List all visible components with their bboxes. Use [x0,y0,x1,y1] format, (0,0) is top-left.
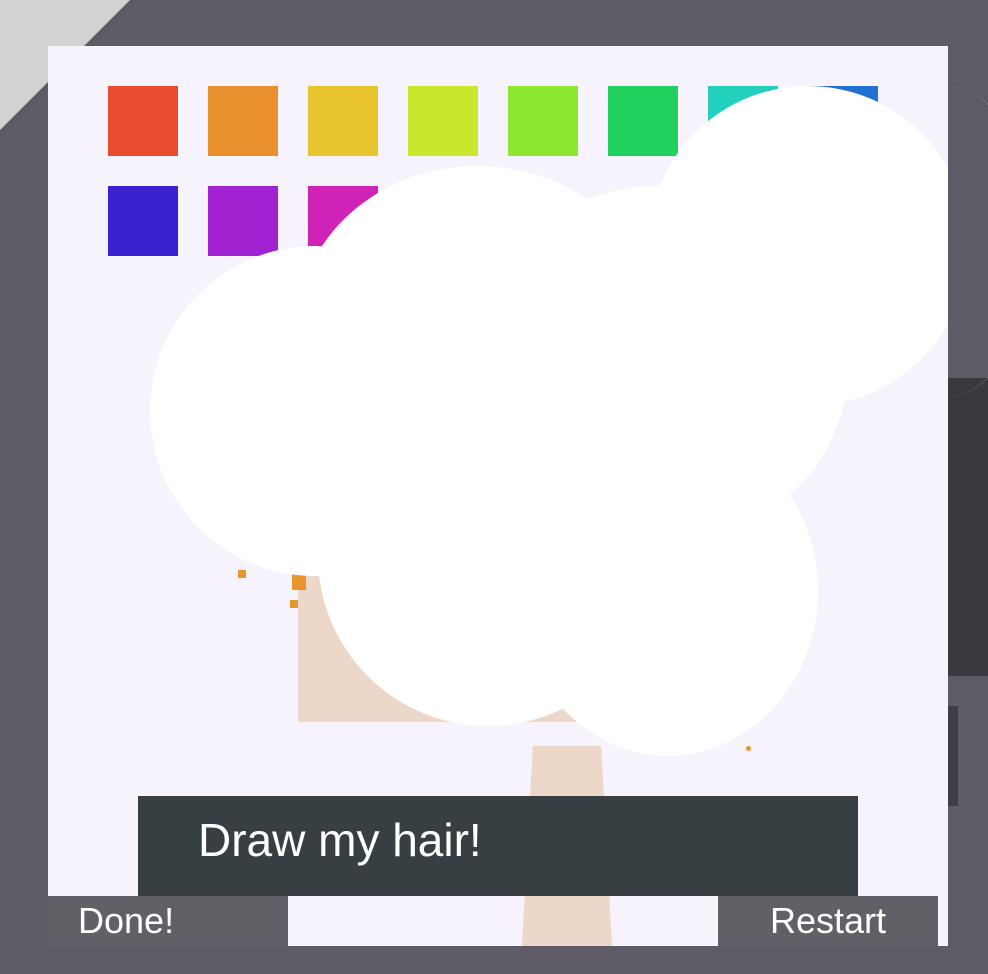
eraser-blob [348,286,708,586]
color-swatch[interactable] [208,86,278,156]
color-swatch[interactable] [208,186,278,256]
speech-bubble: Draw my hair! [138,796,858,896]
restart-button[interactable]: Restart [718,896,938,946]
paint-speck [746,746,751,751]
side-panel [948,378,988,676]
color-swatch[interactable] [408,86,478,156]
paint-speck [290,600,298,608]
color-swatch[interactable] [508,86,578,156]
drawing-canvas[interactable]: Draw my hair! Done! Restart [48,46,948,946]
color-swatch[interactable] [308,86,378,156]
speech-text: Draw my hair! [198,814,482,866]
color-swatch[interactable] [108,186,178,256]
paint-speck [238,570,246,578]
color-swatch[interactable] [108,86,178,156]
color-swatch[interactable] [608,86,678,156]
side-panel-lower [948,706,958,806]
done-button[interactable]: Done! [48,896,288,946]
